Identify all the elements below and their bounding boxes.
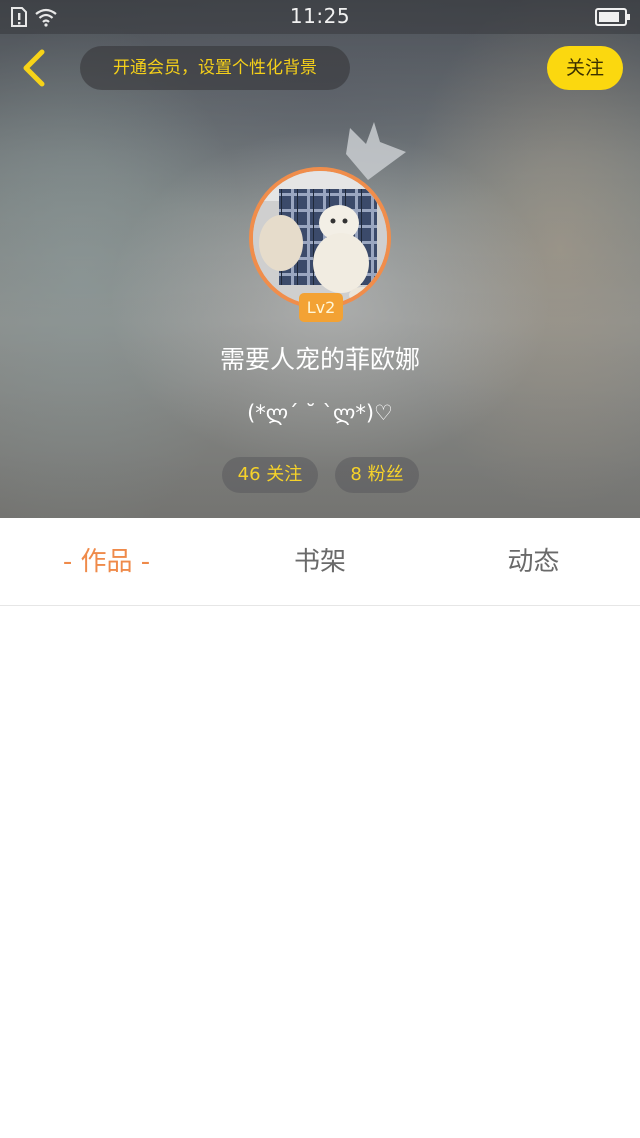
back-button[interactable] (14, 46, 58, 90)
avatar[interactable] (249, 167, 391, 309)
status-time: 11:25 (289, 4, 351, 28)
nickname: 需要人宠的菲欧娜 (219, 345, 420, 374)
follow-button[interactable]: 关注 (547, 46, 623, 90)
vip-background-prompt[interactable]: 开通会员，设置个性化背景 (80, 46, 350, 90)
profile-tabs: - 作品 - 书架 动态 (0, 518, 640, 606)
chevron-left-icon (23, 49, 45, 87)
tab-content-area (0, 607, 640, 1138)
signature: (*ლ´ ˘ `ლ*)♡ (247, 401, 393, 425)
status-bar: 11:25 (0, 0, 640, 34)
following-count[interactable]: 46 关注 (222, 457, 318, 493)
avatar-photo (253, 171, 387, 305)
tab-bookshelf[interactable]: 书架 (213, 518, 427, 606)
fans-count[interactable]: 8 粉丝 (335, 457, 419, 493)
battery-icon (595, 8, 631, 30)
tab-works[interactable]: - 作品 - (0, 518, 213, 606)
level-badge: Lv2 (299, 293, 343, 322)
tab-activity[interactable]: 动态 (427, 518, 640, 606)
